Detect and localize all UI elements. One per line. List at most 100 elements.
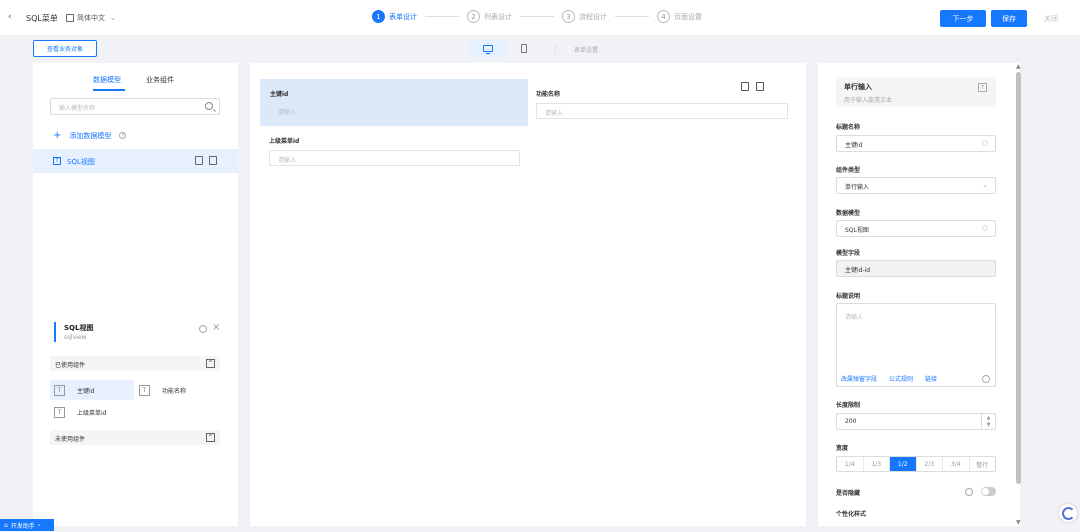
add-data-model-button[interactable]: + 添加数据模型 ? bbox=[53, 130, 127, 141]
step-page-settings[interactable]: 4 页面设置 bbox=[657, 10, 702, 23]
link-popup-field[interactable]: 改属弹窗字段 bbox=[841, 374, 877, 383]
scroll-thumb[interactable] bbox=[1016, 72, 1021, 484]
width-option[interactable]: 3/4 bbox=[943, 457, 970, 471]
collapse-icon[interactable]: ^ bbox=[206, 433, 215, 442]
toolbar: 查看业务对象 表单设置 bbox=[0, 37, 1080, 61]
link-formula-rule[interactable]: 公式规则 bbox=[889, 374, 913, 383]
width-option[interactable]: 1/4 bbox=[837, 457, 864, 471]
search-icon bbox=[205, 102, 213, 110]
edit-icon[interactable] bbox=[195, 156, 203, 165]
left-tabs: 数据模型 业务组件 bbox=[33, 73, 238, 93]
help-icon[interactable]: ? bbox=[119, 132, 127, 139]
field-label: 上级菜单id bbox=[269, 138, 300, 145]
component-label: 主键id bbox=[77, 387, 95, 395]
mobile-icon bbox=[521, 44, 527, 53]
close-button[interactable]: 关闭 bbox=[1034, 10, 1068, 27]
step-label: 页面设置 bbox=[674, 12, 702, 21]
width-option-selected[interactable]: 1/2 bbox=[890, 457, 917, 471]
desktop-view-button[interactable] bbox=[470, 40, 506, 57]
component-type-select[interactable]: 单行输入 ⌄ bbox=[836, 177, 996, 194]
step-list-design[interactable]: 2 列表设计 bbox=[467, 10, 512, 23]
tab-business-components[interactable]: 业务组件 bbox=[146, 75, 174, 85]
model-detail-subtitle: sqlview bbox=[64, 334, 87, 341]
model-field-label: 模型字段 bbox=[836, 250, 861, 257]
link-link[interactable]: 链接 bbox=[925, 374, 937, 383]
globe-icon[interactable]: ○ bbox=[982, 139, 988, 147]
input-value: 主键id bbox=[845, 142, 863, 149]
input-value: 200 bbox=[845, 418, 857, 425]
field-input[interactable]: 请输入 bbox=[269, 150, 520, 166]
scrollbar[interactable]: ▲ ▼ bbox=[1013, 63, 1025, 526]
chevron-down-icon[interactable]: ▼ bbox=[987, 422, 991, 428]
data-model-select[interactable]: SQL视图 ○ bbox=[836, 220, 996, 237]
component-item[interactable]: T 主键id bbox=[50, 380, 134, 400]
number-stepper[interactable]: ▲ ▼ bbox=[981, 414, 995, 429]
language-label: 简体中文 bbox=[77, 14, 105, 22]
back-chevron-icon[interactable]: ‹ bbox=[8, 12, 12, 22]
assistant-icon[interactable] bbox=[1059, 504, 1077, 522]
globe-icon[interactable] bbox=[982, 375, 990, 383]
step-flow-design[interactable]: 3 流程设计 bbox=[562, 10, 607, 23]
properties-panel: 单行输入 用于输入姿遗文本 T 标题名称 主键id ○ 组件类型 单行输入 ⌄ … bbox=[818, 63, 1020, 526]
field-input[interactable]: 请输入 bbox=[270, 103, 518, 119]
component-type-label: 组件类型 bbox=[836, 167, 861, 174]
step-connector bbox=[425, 16, 459, 17]
select-value: SQL视图 bbox=[845, 227, 869, 234]
collapse-icon[interactable]: ^ bbox=[206, 359, 215, 368]
save-button[interactable]: 保存 bbox=[991, 10, 1027, 27]
hidden-toggle[interactable] bbox=[981, 487, 996, 496]
model-search-input[interactable]: 输入模型名称 bbox=[50, 98, 220, 115]
step-form-design[interactable]: 1 表单设计 bbox=[372, 10, 417, 23]
text-field-icon: T bbox=[139, 384, 150, 396]
chevron-right-icon: › bbox=[37, 521, 41, 529]
length-limit-input[interactable]: 200 ▲ ▼ bbox=[836, 413, 996, 430]
input-value: 主键id-id bbox=[845, 267, 871, 274]
card-description: 用于输入姿遗文本 bbox=[844, 97, 893, 104]
step-number: 1 bbox=[372, 10, 385, 23]
form-setting-tab[interactable]: 表单设置 bbox=[574, 45, 598, 54]
refresh-icon[interactable] bbox=[199, 325, 207, 333]
step-number: 3 bbox=[562, 10, 575, 23]
dev-assistant-label: 开发助手 bbox=[10, 522, 35, 530]
title-desc-textarea[interactable]: 请输入 改属弹窗字段 公式规则 链接 bbox=[836, 303, 996, 387]
unused-components-group[interactable]: 未使用组件 ^ bbox=[50, 430, 220, 445]
table-icon: T bbox=[53, 157, 61, 165]
component-item[interactable]: T 上级菜单id bbox=[50, 402, 150, 422]
delete-icon[interactable] bbox=[209, 156, 217, 165]
form-field[interactable]: 上级菜单id 请输入 bbox=[269, 136, 520, 166]
language-selector[interactable]: 简体中文 ⌄ bbox=[66, 13, 116, 23]
field-input[interactable]: 请输入 bbox=[536, 103, 788, 119]
used-components-group[interactable]: 已使用组件 ^ bbox=[50, 356, 220, 371]
chevron-down-icon: ⌄ bbox=[982, 181, 988, 189]
desktop-icon bbox=[483, 45, 493, 54]
close-icon[interactable]: × bbox=[212, 322, 220, 333]
scroll-down-icon[interactable]: ▼ bbox=[1016, 519, 1021, 526]
step-number: 4 bbox=[657, 10, 670, 23]
mobile-view-button[interactable] bbox=[510, 40, 538, 57]
gear-icon[interactable] bbox=[965, 488, 973, 496]
field-label: 主键id bbox=[270, 91, 289, 98]
tab-data-model[interactable]: 数据模型 bbox=[93, 75, 121, 85]
component-item[interactable]: T 功能名称 bbox=[138, 380, 222, 400]
textarea-placeholder: 请输入 bbox=[845, 314, 864, 321]
width-option[interactable]: 整行 bbox=[970, 457, 996, 471]
model-list-item[interactable]: T SQL视图 bbox=[33, 149, 238, 173]
width-option[interactable]: 2/3 bbox=[917, 457, 943, 471]
text-field-icon: T bbox=[54, 384, 65, 396]
chevron-up-icon[interactable]: ▲ bbox=[987, 415, 991, 421]
form-field[interactable]: 功能名称 请输入 bbox=[536, 89, 788, 119]
dev-assistant-button[interactable]: ⌂ 开发助手 › bbox=[0, 519, 54, 531]
form-canvas: 主键id 请输入 功能名称 请输入 上级菜单id 请输入 bbox=[250, 63, 806, 526]
top-bar: ‹ SQL菜单 简体中文 ⌄ 1 表单设计 2 列表设计 3 流程设计 4 页面… bbox=[0, 0, 1080, 36]
width-option[interactable]: 1/3 bbox=[864, 457, 890, 471]
view-business-objects-button[interactable]: 查看业务对象 bbox=[33, 40, 97, 57]
accent-bar bbox=[54, 322, 56, 342]
field-label: 功能名称 bbox=[536, 91, 561, 98]
step-label: 列表设计 bbox=[484, 12, 512, 21]
step-connector bbox=[615, 16, 649, 17]
app-title: SQL菜单 bbox=[26, 14, 58, 23]
scroll-up-icon[interactable]: ▲ bbox=[1016, 63, 1021, 70]
next-step-button[interactable]: 下一步 bbox=[940, 10, 986, 27]
form-field-selected[interactable]: 主键id 请输入 bbox=[260, 79, 528, 126]
title-name-input[interactable]: 主键id ○ bbox=[836, 135, 996, 152]
